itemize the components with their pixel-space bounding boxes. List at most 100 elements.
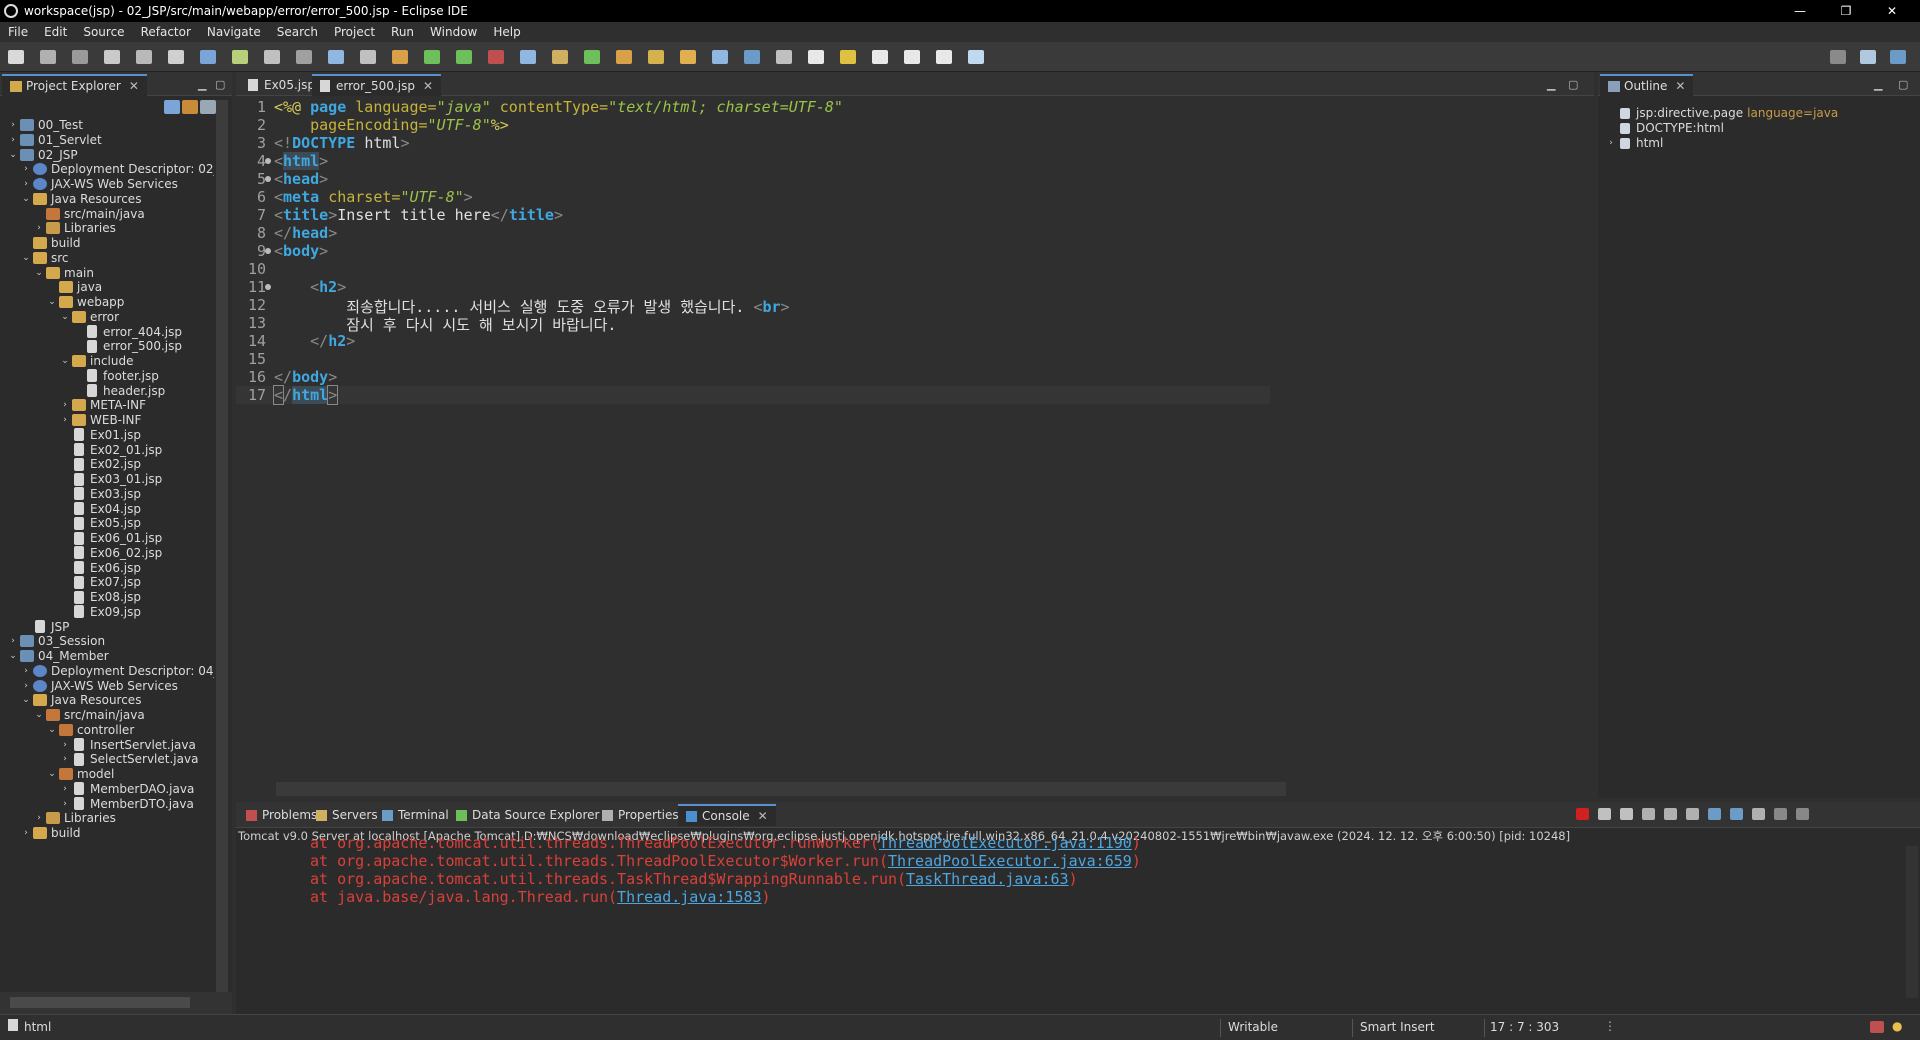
- collapsed-chevron-icon[interactable]: ›: [34, 813, 44, 823]
- expanded-chevron-icon[interactable]: ⌄: [34, 268, 44, 278]
- menu-refactor[interactable]: Refactor: [141, 25, 191, 39]
- explorer-horizontal-scrollbar[interactable]: [0, 992, 232, 1014]
- explorer-vertical-scrollbar[interactable]: [216, 100, 228, 992]
- pin-console-icon[interactable]: [1708, 808, 1721, 820]
- menu-project[interactable]: Project: [334, 25, 375, 39]
- forward-icon[interactable]: [904, 50, 920, 64]
- link-with-editor-icon[interactable]: [182, 100, 198, 114]
- remove-launch-icon[interactable]: [1598, 808, 1611, 820]
- expanded-chevron-icon[interactable]: ⌄: [21, 194, 31, 204]
- expanded-chevron-icon[interactable]: ⌄: [60, 356, 70, 366]
- minimize-editor-icon[interactable]: ▁: [1547, 78, 1555, 91]
- expanded-chevron-icon[interactable]: ⌄: [47, 725, 57, 735]
- close-icon[interactable]: ✕: [758, 809, 768, 823]
- code-line[interactable]: 7 <title>Insert title here</title>: [236, 206, 1270, 224]
- expanded-chevron-icon[interactable]: ⌄: [47, 769, 57, 779]
- next-annotation-icon[interactable]: [776, 50, 792, 64]
- back-icon[interactable]: [872, 50, 888, 64]
- source-link[interactable]: Thread.java:1583: [617, 888, 762, 906]
- collapsed-chevron-icon[interactable]: ›: [21, 828, 31, 838]
- code-line[interactable]: 4 <html>: [236, 152, 1270, 170]
- code-line[interactable]: 10: [236, 260, 1270, 278]
- remove-all-icon[interactable]: [1620, 808, 1633, 820]
- menu-run[interactable]: Run: [391, 25, 414, 39]
- redo-icon[interactable]: [136, 50, 152, 64]
- terminate-icon[interactable]: [1576, 808, 1589, 820]
- tip-icon[interactable]: ●: [1892, 1019, 1902, 1033]
- code-line[interactable]: 9 <body>: [236, 242, 1270, 260]
- word-wrap-icon[interactable]: [1686, 808, 1699, 820]
- disconnect-icon[interactable]: [296, 50, 312, 64]
- maximize-view-icon[interactable]: ▢: [1898, 78, 1908, 91]
- menu-edit[interactable]: Edit: [44, 25, 67, 39]
- collapsed-chevron-icon[interactable]: ›: [21, 179, 31, 189]
- code-line[interactable]: 1 <%@ page language="java" contentType="t…: [236, 98, 1270, 116]
- collapsed-chevron-icon[interactable]: ›: [60, 400, 70, 410]
- expanded-chevron-icon[interactable]: ⌄: [21, 253, 31, 263]
- collapsed-chevron-icon[interactable]: ›: [21, 681, 31, 691]
- code-line[interactable]: 13 잠시 후 다시 시도 해 보시기 바랍니다.: [236, 314, 1270, 334]
- close-window-button[interactable]: ✕: [1869, 0, 1915, 22]
- maximize-editor-icon[interactable]: ▢: [1568, 78, 1578, 91]
- source-link[interactable]: ThreadPoolExecutor.java:1190: [879, 834, 1132, 852]
- code-editor[interactable]: 1 <%@ page language="java" contentType="t…: [236, 98, 1594, 780]
- collapsed-chevron-icon[interactable]: ›: [8, 636, 18, 646]
- menu-help[interactable]: Help: [493, 25, 520, 39]
- tab-terminal[interactable]: Terminal: [374, 804, 457, 826]
- minimize-icon[interactable]: [1774, 808, 1787, 820]
- menu-file[interactable]: File: [8, 25, 28, 39]
- tab-data-source-explorer[interactable]: Data Source Explorer: [448, 804, 607, 826]
- open-console-icon[interactable]: [1752, 808, 1765, 820]
- menu-search[interactable]: Search: [277, 25, 318, 39]
- collapsed-chevron-icon[interactable]: ›: [60, 740, 70, 750]
- collapsed-chevron-icon[interactable]: ›: [21, 666, 31, 676]
- save-icon[interactable]: [40, 50, 56, 64]
- search-icon[interactable]: [712, 50, 728, 64]
- tab-console[interactable]: Console ✕: [678, 804, 776, 826]
- code-line[interactable]: 12 죄송합니다..... 서비스 실행 도중 오류가 발생 했습니다. <br…: [236, 296, 1270, 316]
- tree-item[interactable]: › build: [21, 824, 80, 842]
- status-menu-icon[interactable]: ⋮: [1604, 1019, 1616, 1033]
- expanded-chevron-icon[interactable]: ⌄: [60, 312, 70, 322]
- new-class-icon[interactable]: [616, 50, 632, 64]
- minimize-view-icon[interactable]: ▁: [198, 78, 206, 91]
- tab-error_500-jsp[interactable]: error_500.jsp ✕: [312, 74, 442, 96]
- debug-icon[interactable]: [456, 50, 472, 64]
- open-perspective-icon[interactable]: [968, 50, 984, 64]
- step-into-icon[interactable]: [328, 50, 344, 64]
- collapsed-chevron-icon[interactable]: ›: [8, 135, 18, 145]
- code-line[interactable]: 11 <h2>: [236, 278, 1270, 296]
- new-package-icon[interactable]: [584, 50, 600, 64]
- fold-toggle-icon[interactable]: [265, 248, 271, 254]
- expanded-chevron-icon[interactable]: ⌄: [8, 651, 18, 661]
- expanded-chevron-icon[interactable]: ⌄: [47, 297, 57, 307]
- collapsed-chevron-icon[interactable]: ›: [60, 784, 70, 794]
- external-tools-icon[interactable]: [520, 50, 536, 64]
- close-icon[interactable]: ✕: [129, 79, 139, 93]
- code-line[interactable]: 2 pageEncoding="UTF-8"%>: [236, 116, 1270, 134]
- run-icon[interactable]: [488, 50, 504, 64]
- code-line[interactable]: 6 <meta charset="UTF-8">: [236, 188, 1270, 206]
- console-output[interactable]: at org.apache.tomcat.util.threads.Thread…: [236, 834, 1904, 998]
- collapsed-chevron-icon[interactable]: ›: [34, 223, 44, 233]
- code-line[interactable]: 8 </head>: [236, 224, 1270, 242]
- collapsed-chevron-icon[interactable]: ›: [1606, 138, 1616, 148]
- web-browser-icon[interactable]: [744, 50, 760, 64]
- maximize-view-icon[interactable]: ▢: [215, 78, 225, 91]
- collapsed-chevron-icon[interactable]: ›: [21, 164, 31, 174]
- fold-toggle-icon[interactable]: [265, 284, 271, 290]
- expanded-chevron-icon[interactable]: ⌄: [8, 150, 18, 160]
- undo-icon[interactable]: [104, 50, 120, 64]
- terminate-icon[interactable]: [264, 50, 280, 64]
- drop-frame-icon[interactable]: [424, 50, 440, 64]
- source-link[interactable]: TaskThread.java:63: [906, 870, 1069, 888]
- code-line[interactable]: 3 <!DOCTYPE html>: [236, 134, 1270, 152]
- expanded-chevron-icon[interactable]: ⌄: [21, 695, 31, 705]
- collapsed-chevron-icon[interactable]: ›: [60, 799, 70, 809]
- open-folder-icon[interactable]: [680, 50, 696, 64]
- editor-horizontal-scrollbar[interactable]: [276, 782, 1286, 796]
- outline-item[interactable]: › html: [1606, 134, 1667, 152]
- suspend-icon[interactable]: [232, 50, 248, 64]
- code-line[interactable]: 5 <head>: [236, 170, 1270, 188]
- code-line[interactable]: 16 </body>: [236, 368, 1270, 386]
